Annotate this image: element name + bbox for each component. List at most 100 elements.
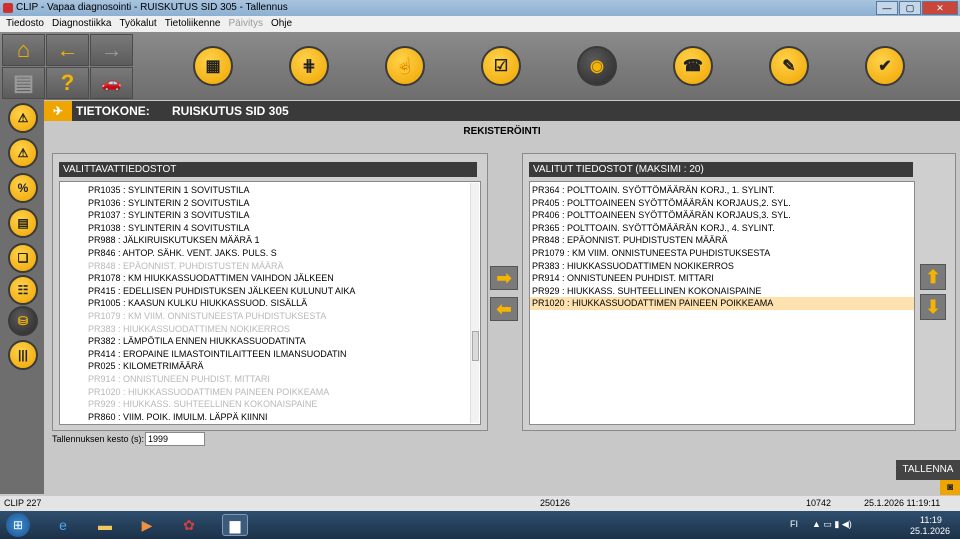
- list-item[interactable]: PR383 : HIUKKASSUODATTIMEN NOKIKERROS: [530, 260, 914, 273]
- selected-list[interactable]: PR364 : POLTTOAIN. SYÖTTÖMÄÄRÄN KORJ., 1…: [529, 181, 915, 425]
- tree-icon: ☷: [17, 283, 29, 297]
- barcode-button[interactable]: |||: [8, 340, 38, 370]
- save-button[interactable]: TALLENNA: [896, 460, 960, 480]
- duration-input[interactable]: [145, 432, 205, 446]
- list-item[interactable]: PR415 : EDELLISEN PUHDISTUKSEN JÄLKEEN K…: [88, 285, 480, 298]
- available-scrollbar[interactable]: [470, 183, 479, 423]
- minimize-button[interactable]: —: [876, 1, 898, 15]
- plane-icon: ✈: [44, 101, 72, 121]
- menu-item[interactable]: Päivitys: [229, 16, 263, 32]
- tray-icons[interactable]: ▲ ▭ ▮ ◀): [812, 519, 852, 530]
- list-item[interactable]: PR025 : KILOMETRIMÄÄRÄ: [88, 360, 480, 373]
- add-button[interactable]: ➡: [490, 266, 518, 290]
- home-button[interactable]: ⌂: [2, 34, 45, 66]
- diag-app-icon[interactable]: ✿: [176, 514, 202, 536]
- list-item[interactable]: PR1036 : SYLINTERIN 2 SOVITUSTILA: [88, 197, 480, 210]
- back-button[interactable]: ←: [46, 34, 89, 66]
- vehicle-button[interactable]: 🚗: [90, 67, 133, 99]
- checklist-button[interactable]: ☑: [481, 46, 521, 86]
- arrow-left-icon: ⬅: [496, 298, 512, 319]
- list-item[interactable]: PR914 : ONNISTUNEEN PUHDIST. MITTARI: [88, 373, 480, 386]
- move-down-button[interactable]: ⬇: [920, 294, 946, 320]
- list-item[interactable]: PR1038 : SYLINTERIN 4 SOVITUSTILA: [88, 222, 480, 235]
- vehicle-info-button[interactable]: ▦: [193, 46, 233, 86]
- list-item[interactable]: PR414 : EROPAINE ILMASTOINTILAITTEEN ILM…: [88, 348, 480, 361]
- menu-item[interactable]: Tietoliikenne: [165, 16, 221, 32]
- list-item[interactable]: PR848 : EPÄONNIST. PUHDISTUSTEN MÄÄRÄ: [530, 234, 914, 247]
- list-item[interactable]: PR1020 : HIUKKASSUODATTIMEN PAINEEN POIK…: [88, 386, 480, 399]
- gearbox-icon: ⋕: [302, 58, 316, 75]
- parameters-button[interactable]: %: [8, 173, 38, 203]
- language-indicator[interactable]: FI: [790, 519, 798, 529]
- start-button[interactable]: ⊞: [6, 513, 30, 537]
- print-icon: ▤: [13, 70, 34, 95]
- folder-icon[interactable]: ▬: [92, 514, 118, 536]
- help-button[interactable]: ?: [46, 67, 89, 99]
- list-item[interactable]: PR382 : LÄMPÖTILA ENNEN HIUKKASSUODATINT…: [88, 335, 480, 348]
- touch-icon: ☝: [395, 58, 415, 75]
- phone-button[interactable]: ☎: [673, 46, 713, 86]
- list-item[interactable]: PR929 : HIUKKASS. SUHTEELLINEN KOKONAISP…: [88, 398, 480, 411]
- list-item[interactable]: PR1035 : SYLINTERIN 1 SOVITUSTILA: [88, 184, 480, 197]
- list-item[interactable]: PR929 : HIUKKASS. SUHTEELLINEN KOKONAISP…: [530, 285, 914, 298]
- status-code: 250126: [540, 498, 571, 508]
- status-button[interactable]: ▤: [8, 208, 38, 238]
- tray-date[interactable]: 25.1.2026: [910, 526, 950, 536]
- arrow-down-icon: ⬇: [925, 296, 941, 317]
- wrench-icon: ✎: [782, 58, 796, 75]
- scrollbar-thumb[interactable]: [472, 331, 479, 361]
- list-item[interactable]: PR364 : POLTTOAIN. SYÖTTÖMÄÄRÄN KORJ., 1…: [530, 184, 914, 197]
- recording-icon: ⛁: [17, 314, 29, 328]
- maximize-button[interactable]: ▢: [899, 1, 921, 15]
- list-item[interactable]: PR405 : POLTTOAINEEN SYÖTTÖMÄÄRÄN KORJAU…: [530, 197, 914, 210]
- ecu-header: ✈ TIETOKONE: RUISKUTUS SID 305: [44, 101, 960, 121]
- list-item[interactable]: PR1037 : SYLINTERIN 3 SOVITUSTILA: [88, 209, 480, 222]
- barcode-icon: |||: [17, 348, 29, 362]
- tree-button[interactable]: ☷: [8, 275, 38, 305]
- list-item[interactable]: PR1079 : KM VIIM. ONNISTUNEESTA PUHDISTU…: [88, 310, 480, 323]
- camera-icon[interactable]: ◙: [940, 480, 960, 495]
- clip-app-icon[interactable]: ▆: [222, 514, 248, 536]
- selected-title: VALITUT TIEDOSTOT (MAKSIMI : 20): [529, 162, 913, 177]
- menu-item[interactable]: Työkalut: [119, 16, 156, 32]
- list-item[interactable]: PR1078 : KM HIUKKASSUODATTIMEN VAIHDON J…: [88, 272, 480, 285]
- car-check-button[interactable]: ✔: [865, 46, 905, 86]
- title-bar: CLIP - Vapaa diagnosointi - RUISKUTUS SI…: [0, 0, 960, 16]
- list-item[interactable]: PR365 : POLTTOAIN. SYÖTTÖMÄÄRÄN KORJ., 4…: [530, 222, 914, 235]
- media-player-icon[interactable]: ▶: [134, 514, 160, 536]
- list-item[interactable]: PR860 : VIIM. POIK. IMUILM. LÄPPÄ KIINNI: [88, 411, 480, 424]
- touch-button[interactable]: ☝: [385, 46, 425, 86]
- list-item[interactable]: PR1020 : HIUKKASSUODATTIMEN PAINEEN POIK…: [530, 297, 914, 310]
- menu-item[interactable]: Tiedosto: [6, 16, 44, 32]
- warning-alt-button[interactable]: ⚠: [8, 138, 38, 168]
- list-item[interactable]: PR406 : POLTTOAINEEN SYÖTTÖMÄÄRÄN KORJAU…: [530, 209, 914, 222]
- toolbar: [0, 32, 960, 100]
- menu-item[interactable]: Diagnostiikka: [52, 16, 111, 32]
- menu-item[interactable]: Ohje: [271, 16, 292, 32]
- arrow-up-icon: ⬆: [925, 266, 941, 287]
- tray-time[interactable]: 11:19: [920, 515, 942, 525]
- list-item[interactable]: PR914 : ONNISTUNEEN PUHDIST. MITTARI: [530, 272, 914, 285]
- warning-button[interactable]: ⚠: [8, 103, 38, 133]
- move-up-button[interactable]: ⬆: [920, 264, 946, 290]
- list-item[interactable]: PR846 : AHTOP. SÄHK. VENT. JAKS. PULS. S: [88, 247, 480, 260]
- gearbox-button[interactable]: ⋕: [289, 46, 329, 86]
- remove-button[interactable]: ⬅: [490, 297, 518, 321]
- list-item[interactable]: PR1005 : KAASUN KULKU HIUKKASSUOD. SISÄL…: [88, 297, 480, 310]
- book-icon: ❏: [17, 251, 29, 265]
- diagnosis-button[interactable]: ◉: [577, 46, 617, 86]
- list-item[interactable]: PR1079 : KM VIIM. ONNISTUNEESTA PUHDISTU…: [530, 247, 914, 260]
- available-list[interactable]: PR1035 : SYLINTERIN 1 SOVITUSTILA PR1036 …: [59, 181, 481, 425]
- list-item[interactable]: PR988 : JÄLKIRUISKUTUKSEN MÄÄRÄ 1: [88, 234, 480, 247]
- menu-bar: Tiedosto Diagnostiikka Työkalut Tietoliiken…: [0, 16, 960, 32]
- close-button[interactable]: ✕: [922, 1, 958, 15]
- book-button[interactable]: ❏: [8, 243, 38, 273]
- list-item[interactable]: PR848 : EPÄONNIST. PUHDISTUSTEN MÄÄRÄ: [88, 260, 480, 273]
- recording-button[interactable]: ⛁: [8, 306, 38, 336]
- wrench-button[interactable]: ✎: [769, 46, 809, 86]
- forward-button[interactable]: →: [90, 34, 133, 66]
- list-item[interactable]: PR383 : HIUKKASSUODATTIMEN NOKIKERROS: [88, 323, 480, 336]
- print-button[interactable]: ▤: [2, 67, 45, 99]
- ie-icon[interactable]: e: [50, 514, 76, 536]
- available-title: VALITTAVATTIEDOSTOT: [59, 162, 477, 177]
